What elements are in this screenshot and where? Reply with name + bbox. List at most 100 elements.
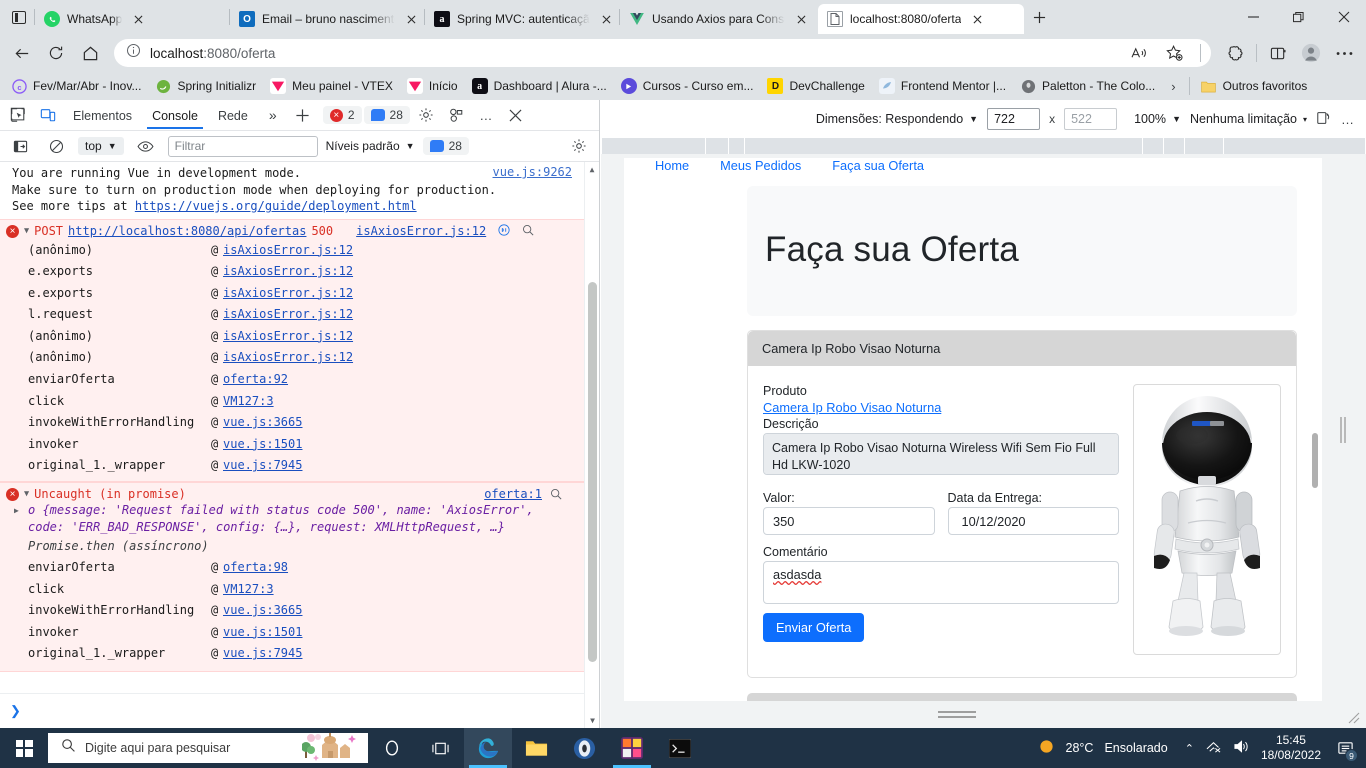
tab-close-icon[interactable] bbox=[792, 10, 810, 28]
bookmark-item[interactable]: Meu painel - VTEX bbox=[263, 75, 400, 97]
page-scrollbar[interactable] bbox=[1308, 158, 1322, 701]
source-link[interactable]: oferta:1 bbox=[484, 487, 542, 501]
home-button[interactable] bbox=[74, 38, 106, 68]
viewport-resize-handle-bottom[interactable] bbox=[938, 708, 976, 720]
live-expression-icon[interactable] bbox=[132, 133, 160, 159]
browser-tab-axios[interactable]: Usando Axios para Consumir bbox=[620, 4, 814, 34]
gear-icon[interactable] bbox=[412, 102, 440, 128]
maximize-button[interactable] bbox=[1276, 0, 1321, 34]
collections-icon[interactable] bbox=[1219, 38, 1251, 68]
dimensions-selector[interactable]: Dimensões: Respondendo ▼ bbox=[816, 112, 978, 126]
product-link[interactable]: Camera Ip Robo Visao Noturna bbox=[763, 400, 1119, 415]
error-object[interactable]: ▶ o {message: 'Request failed with statu… bbox=[0, 502, 576, 536]
stack-link[interactable]: isAxiosError.js:12 bbox=[223, 304, 353, 326]
bookmark-item[interactable]: a Dashboard | Alura -... bbox=[465, 75, 614, 97]
stack-link[interactable]: isAxiosError.js:12 bbox=[223, 347, 353, 369]
stack-link[interactable]: VM127:3 bbox=[223, 391, 274, 413]
stack-link[interactable]: isAxiosError.js:12 bbox=[223, 240, 353, 262]
more-tabs-icon[interactable]: » bbox=[259, 102, 287, 128]
cortana-icon[interactable] bbox=[368, 728, 416, 768]
stack-link[interactable]: vue.js:1501 bbox=[223, 434, 302, 456]
comentario-textarea[interactable]: asdasda bbox=[763, 561, 1119, 604]
tab-close-icon[interactable] bbox=[597, 10, 615, 28]
stack-link[interactable]: oferta:92 bbox=[223, 369, 288, 391]
taskbar-clock[interactable]: 15:45 18/08/2022 bbox=[1261, 733, 1321, 763]
viewport-height-input[interactable]: 522 bbox=[1064, 108, 1118, 130]
console-context-selector[interactable]: top ▼ bbox=[78, 137, 124, 155]
tab-console[interactable]: Console bbox=[143, 103, 207, 129]
back-button[interactable] bbox=[6, 38, 38, 68]
browser-tab-whatsapp[interactable]: WhatsApp bbox=[35, 4, 229, 34]
scrollbar-thumb[interactable] bbox=[588, 282, 597, 662]
stack-link[interactable]: isAxiosError.js:12 bbox=[223, 283, 353, 305]
close-window-button[interactable] bbox=[1321, 0, 1366, 34]
expand-triangle-icon[interactable]: ▼ bbox=[24, 226, 29, 236]
address-bar[interactable]: localhost:8080/oferta bbox=[114, 39, 1211, 67]
inspect-element-icon[interactable] bbox=[4, 102, 32, 128]
enviar-oferta-button[interactable]: Enviar Oferta bbox=[763, 613, 865, 642]
tab-close-icon[interactable] bbox=[402, 10, 420, 28]
info-count-badge[interactable]: 28 bbox=[363, 106, 410, 124]
tab-elementos[interactable]: Elementos bbox=[64, 103, 141, 128]
other-favorites-folder[interactable]: Outros favoritos bbox=[1194, 75, 1315, 97]
stack-link[interactable]: isAxiosError.js:12 bbox=[223, 326, 353, 348]
stack-link[interactable]: vue.js:7945 bbox=[223, 455, 302, 477]
scroll-down-arrow-icon[interactable]: ▼ bbox=[585, 713, 599, 728]
zoom-selector[interactable]: 100% ▼ bbox=[1134, 112, 1181, 126]
rotate-device-icon[interactable] bbox=[1316, 110, 1332, 129]
valor-input[interactable] bbox=[763, 507, 935, 535]
file-explorer-icon[interactable] bbox=[512, 728, 560, 768]
media-player-icon[interactable] bbox=[560, 728, 608, 768]
error-count-badge[interactable]: × 2 bbox=[322, 106, 362, 124]
expand-object-icon[interactable]: ▶ bbox=[14, 506, 19, 515]
devtools-settings-icon[interactable] bbox=[442, 102, 470, 128]
taskbar-search-box[interactable]: Digite aqui para pesquisar bbox=[48, 733, 368, 763]
nav-link-faca-sua-oferta[interactable]: Faça sua Oferta bbox=[832, 158, 924, 173]
terminal-icon[interactable] bbox=[656, 728, 704, 768]
start-button[interactable] bbox=[0, 728, 48, 768]
add-panel-icon[interactable] bbox=[289, 102, 317, 128]
tab-close-icon[interactable] bbox=[968, 10, 986, 28]
site-info-icon[interactable] bbox=[126, 43, 141, 63]
minimize-button[interactable] bbox=[1231, 0, 1276, 34]
source-link[interactable]: isAxiosError.js:12 bbox=[356, 224, 486, 238]
descricao-textarea[interactable] bbox=[763, 433, 1119, 475]
device-more-icon[interactable]: … bbox=[1341, 112, 1354, 127]
browser-settings-more-icon[interactable] bbox=[1328, 38, 1360, 68]
bookmark-item[interactable]: c Fev/Mar/Abr - Inov... bbox=[4, 75, 148, 97]
stack-link[interactable]: vue.js:7945 bbox=[223, 643, 302, 665]
filtered-message-count[interactable]: 28 bbox=[422, 137, 469, 155]
bookmarks-overflow-button[interactable]: › bbox=[1162, 76, 1184, 97]
bookmark-item[interactable]: Início bbox=[400, 75, 465, 97]
stack-link[interactable]: vue.js:3665 bbox=[223, 600, 302, 622]
network-icon[interactable] bbox=[1205, 739, 1222, 757]
console-settings-icon[interactable] bbox=[565, 133, 593, 159]
source-link[interactable]: vue.js:9262 bbox=[493, 165, 572, 179]
device-toolbar-icon[interactable] bbox=[34, 102, 62, 128]
task-view-icon[interactable] bbox=[416, 728, 464, 768]
bookmark-item[interactable]: Paletton - The Colo... bbox=[1013, 75, 1162, 97]
console-levels-selector[interactable]: Níveis padrão ▼ bbox=[326, 139, 415, 153]
reload-button[interactable] bbox=[40, 38, 72, 68]
intellij-idea-icon[interactable] bbox=[608, 728, 656, 768]
bookmark-item[interactable]: Frontend Mentor |... bbox=[872, 75, 1013, 97]
new-tab-button[interactable] bbox=[1024, 0, 1054, 34]
viewport-width-input[interactable]: 722 bbox=[987, 108, 1041, 130]
tab-search-button[interactable] bbox=[4, 0, 34, 34]
split-screen-icon[interactable] bbox=[1262, 38, 1294, 68]
clear-console-icon[interactable] bbox=[42, 133, 70, 159]
edge-icon[interactable] bbox=[464, 728, 512, 768]
console-sidebar-icon[interactable] bbox=[6, 133, 34, 159]
network-request-icon[interactable] bbox=[498, 223, 510, 239]
stack-link[interactable]: oferta:98 bbox=[223, 557, 288, 579]
console-filter-input[interactable]: Filtrar bbox=[167, 135, 318, 157]
stack-link[interactable]: VM127:3 bbox=[223, 579, 274, 601]
expand-triangle-icon[interactable]: ▼ bbox=[24, 489, 29, 499]
bookmark-item[interactable]: Spring Initializr bbox=[148, 75, 263, 97]
data-entrega-input[interactable] bbox=[947, 507, 1119, 535]
devtools-more-icon[interactable]: … bbox=[472, 102, 500, 128]
tab-close-icon[interactable] bbox=[129, 10, 147, 28]
console-input-prompt[interactable]: ❯ bbox=[0, 693, 584, 728]
browser-tab-spring-mvc[interactable]: a Spring MVC: autenticação com bbox=[425, 4, 619, 34]
stack-link[interactable]: isAxiosError.js:12 bbox=[223, 261, 353, 283]
